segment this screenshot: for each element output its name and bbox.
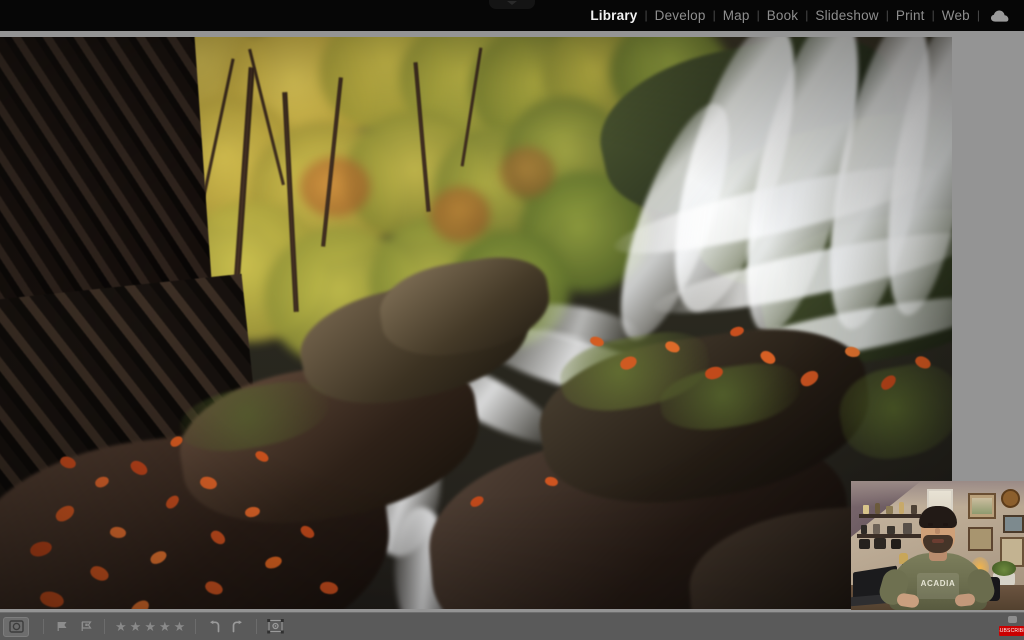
wall-shelf	[859, 514, 921, 518]
toolbar-divider	[256, 619, 257, 634]
cloud-sync-icon[interactable]	[990, 9, 1012, 23]
shelf-item	[861, 525, 867, 534]
shelf-item	[899, 502, 904, 514]
module-library[interactable]: Library	[583, 0, 644, 31]
foliage-cluster	[500, 147, 555, 197]
waterfall-photo	[0, 37, 952, 609]
foliage-cluster	[300, 157, 370, 217]
art-canvas	[972, 498, 992, 514]
shelf-item	[903, 523, 912, 534]
star-4[interactable]: ★	[159, 620, 171, 633]
toolbar-divider	[104, 619, 105, 634]
rotate-clockwise-icon[interactable]	[226, 617, 250, 637]
module-develop[interactable]: Develop	[648, 0, 713, 31]
presenter-webcam-overlay[interactable]: ACADIA	[851, 481, 1024, 610]
framed-art	[1003, 515, 1024, 533]
wall-clock	[1001, 489, 1020, 508]
presenter-eye-left	[928, 523, 933, 526]
flag-reject-icon[interactable]	[74, 617, 98, 637]
presenter-hair	[919, 506, 957, 528]
star-3[interactable]: ★	[144, 620, 156, 633]
framed-art	[968, 527, 993, 551]
shelf-item	[863, 505, 869, 514]
module-print[interactable]: Print	[889, 0, 932, 31]
star-5[interactable]: ★	[174, 620, 186, 633]
presenter-mouth	[932, 539, 944, 543]
foliage-cluster	[430, 187, 490, 242]
shelf-item	[891, 539, 901, 549]
loupe-photo-frame[interactable]	[0, 37, 952, 609]
plant-leaves	[992, 561, 1016, 576]
shelf-item	[886, 506, 893, 514]
module-separator: |	[977, 0, 980, 31]
subscribe-label: SUBSCRIBE	[999, 628, 1024, 634]
wall-shelf	[857, 534, 923, 538]
module-picker-bar: Library | Develop | Map | Book | Slidesh…	[0, 0, 1024, 31]
subscribe-button[interactable]: SUBSCRIBE	[999, 626, 1024, 636]
module-map[interactable]: Map	[716, 0, 757, 31]
toolbar-divider	[195, 619, 196, 634]
flag-pick-icon[interactable]	[50, 617, 74, 637]
presenter-eye-right	[943, 523, 948, 526]
toolbar-divider	[43, 619, 44, 634]
top-panel-toggle[interactable]	[489, 0, 535, 9]
shelf-item	[859, 539, 870, 549]
shelf-item	[873, 524, 880, 534]
shelf-item	[875, 503, 880, 514]
star-1[interactable]: ★	[115, 620, 127, 633]
module-slideshow[interactable]: Slideshow	[808, 0, 885, 31]
subscribe-cursor-icon	[1008, 616, 1017, 623]
shelf-item	[911, 505, 917, 514]
shelf-item	[874, 538, 886, 549]
survey-target-icon[interactable]	[263, 617, 287, 637]
webcam-video: ACADIA	[851, 481, 1024, 610]
module-book[interactable]: Book	[760, 0, 806, 31]
star-2[interactable]: ★	[130, 620, 142, 633]
chevron-down-icon	[507, 1, 517, 5]
star-rating-control[interactable]: ★ ★ ★ ★ ★	[115, 620, 185, 633]
module-list: Library | Develop | Map | Book | Slidesh…	[583, 0, 1014, 31]
presenter-nose	[935, 528, 940, 534]
loupe-toolbar: ★ ★ ★ ★ ★	[0, 612, 1024, 640]
lightroom-window: Library | Develop | Map | Book | Slidesh…	[0, 0, 1024, 640]
shelf-item	[887, 526, 895, 534]
module-web[interactable]: Web	[935, 0, 977, 31]
loupe-grid-view-icon[interactable]	[3, 617, 29, 637]
rotate-counterclockwise-icon[interactable]	[202, 617, 226, 637]
shirt-text: ACADIA	[917, 579, 959, 588]
